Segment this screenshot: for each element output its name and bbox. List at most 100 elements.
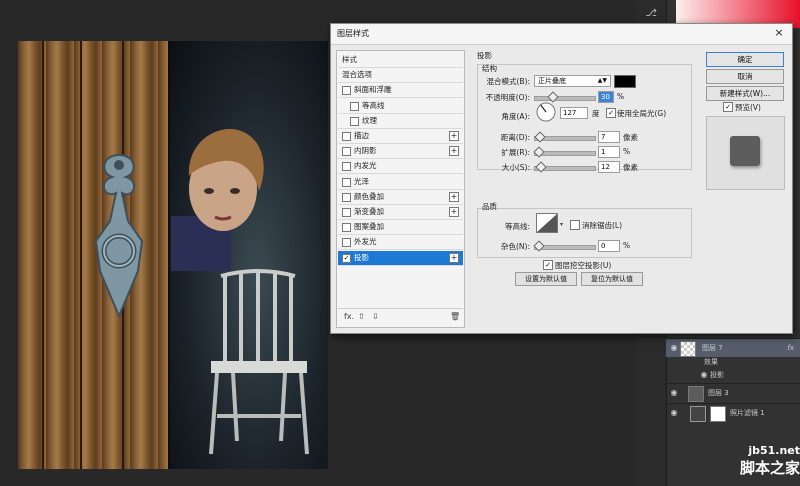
door-plank-gap — [80, 41, 82, 469]
make-default-button[interactable]: 设置为默认值 — [515, 272, 577, 286]
new-style-button[interactable]: 新建样式(W)... — [706, 86, 784, 101]
layer-effect-dropshadow-row[interactable]: ◉ 投影 — [666, 369, 800, 382]
style-checkbox[interactable] — [342, 86, 351, 96]
trash-icon[interactable]: 🗑 — [450, 312, 460, 321]
eye-icon[interactable]: ◉ — [668, 405, 680, 421]
opacity-input[interactable]: 30 — [598, 91, 614, 103]
shadow-color-swatch[interactable] — [614, 75, 636, 88]
style-item-label: 外发光 — [354, 237, 377, 247]
add-effect-icon[interactable]: + — [449, 207, 459, 217]
distance-slider[interactable] — [534, 131, 596, 143]
style-item[interactable]: 图案叠加 — [338, 220, 463, 236]
style-item[interactable]: 样式 — [338, 53, 463, 68]
style-item[interactable]: ✓ 投影 + — [338, 250, 463, 266]
global-light-checkbox[interactable]: ✓ — [606, 108, 616, 118]
opacity-slider-knob[interactable] — [547, 91, 559, 103]
layer-row-layer3[interactable]: ◉ 图层 3 — [666, 383, 800, 402]
layer-effects-row[interactable]: 效果 — [666, 356, 800, 369]
style-checkbox[interactable]: ✓ — [342, 253, 351, 263]
layer-row-photo-filter[interactable]: ◉ 照片滤镜 1 — [666, 403, 800, 422]
style-item[interactable]: 等高线 — [338, 99, 463, 114]
style-item-label: 内发光 — [354, 161, 377, 171]
style-checkbox[interactable] — [342, 177, 351, 187]
move-down-icon[interactable]: ⇩ — [372, 312, 379, 321]
style-item-label: 等高线 — [362, 100, 385, 110]
drop-shadow-settings: 投影 结构 混合模式(B): 正片叠底 ▲▼ 不透明度(O): 30 % 角度(… — [471, 50, 696, 326]
style-checkbox[interactable] — [350, 101, 359, 111]
move-up-icon[interactable]: ⇧ — [358, 312, 365, 321]
noise-slider[interactable] — [533, 240, 596, 252]
style-item[interactable]: 颜色叠加 + — [338, 190, 463, 205]
ok-button[interactable]: 确定 — [706, 52, 784, 67]
style-item[interactable]: 渐变叠加 + — [338, 205, 463, 220]
reset-default-button[interactable]: 复位为默认值 — [581, 272, 643, 286]
size-slider-knob[interactable] — [535, 161, 547, 173]
chevron-down-icon[interactable]: ▾ — [560, 221, 563, 228]
eye-icon[interactable]: ◉ — [698, 367, 710, 383]
cancel-button[interactable]: 取消 — [706, 69, 784, 84]
document-canvas[interactable] — [18, 41, 328, 469]
style-item-label: 颜色叠加 — [354, 191, 384, 201]
style-item[interactable]: 外发光 — [338, 235, 463, 251]
history-icon[interactable]: ⎇ — [643, 8, 659, 20]
antialias-checkbox[interactable] — [570, 220, 580, 230]
dialog-titlebar[interactable]: 图层样式 × — [331, 24, 792, 45]
style-item-label: 斜面和浮雕 — [354, 85, 392, 95]
style-item[interactable]: 描边 + — [338, 129, 463, 144]
spread-slider-knob[interactable] — [533, 146, 545, 158]
style-checkbox[interactable] — [342, 238, 351, 248]
size-unit: 像素 — [623, 163, 638, 172]
blend-mode-label: 混合模式(B): — [486, 77, 530, 86]
fx-badge[interactable]: fx — [787, 339, 794, 357]
fx-icon[interactable]: fx. — [344, 312, 354, 321]
check-icon: ✓ — [725, 103, 731, 111]
spread-slider[interactable] — [533, 146, 596, 158]
style-checkbox[interactable] — [350, 116, 359, 126]
noise-slider-knob[interactable] — [533, 240, 545, 252]
add-effect-icon[interactable]: + — [449, 146, 459, 157]
style-item-label: 描边 — [354, 131, 369, 140]
layer-row-layer7[interactable]: ◉ 图层 7 fx — [666, 338, 800, 357]
style-checkbox[interactable] — [342, 132, 351, 141]
preview-checkbox[interactable]: ✓ — [723, 102, 733, 112]
style-item-label: 图案叠加 — [354, 222, 384, 232]
quality-title: 品质 — [482, 202, 497, 211]
layer-effect-label: 投影 — [710, 371, 724, 379]
blend-mode-select[interactable]: 正片叠底 ▲▼ — [534, 75, 611, 87]
distance-slider-knob[interactable] — [534, 131, 546, 143]
style-item[interactable]: 纹理 — [338, 114, 463, 129]
opacity-slider[interactable] — [534, 91, 596, 103]
size-slider[interactable] — [534, 161, 596, 173]
eye-icon[interactable]: ◉ — [668, 340, 680, 356]
style-item[interactable]: 混合选项 — [338, 68, 463, 84]
style-checkbox[interactable] — [342, 192, 351, 202]
add-effect-icon[interactable]: + — [449, 191, 459, 202]
style-item[interactable]: 内阴影 + — [338, 144, 463, 160]
distance-input[interactable]: 7 — [598, 131, 620, 143]
size-input[interactable]: 12 — [598, 161, 620, 173]
spread-input[interactable]: 1 — [598, 146, 620, 158]
opacity-unit: % — [617, 92, 625, 101]
style-checkbox[interactable] — [342, 162, 351, 172]
noise-input[interactable]: 0 — [598, 240, 620, 252]
watermark-url: jb51.net — [748, 444, 800, 457]
add-effect-icon[interactable]: + — [449, 252, 459, 263]
layer-thumbnail — [688, 386, 704, 402]
style-checkbox[interactable] — [342, 147, 351, 157]
angle-dial[interactable] — [536, 102, 556, 122]
eye-icon[interactable]: ◉ — [668, 385, 680, 401]
style-item[interactable]: 光泽 — [338, 175, 463, 190]
close-button[interactable]: × — [772, 26, 786, 40]
style-item-label: 光泽 — [354, 176, 369, 186]
style-item[interactable]: 内发光 — [338, 159, 463, 175]
angle-label: 角度(A): — [501, 112, 530, 121]
distance-label: 距离(D): — [500, 133, 530, 142]
contour-preview[interactable] — [536, 213, 558, 233]
style-item[interactable]: 斜面和浮雕 — [338, 83, 463, 99]
style-checkbox[interactable] — [342, 223, 351, 233]
style-item-label: 渐变叠加 — [354, 207, 384, 216]
add-effect-icon[interactable]: + — [449, 131, 459, 141]
angle-input[interactable]: 127 — [560, 107, 588, 119]
style-checkbox[interactable] — [342, 208, 351, 217]
knockout-checkbox[interactable]: ✓ — [543, 260, 553, 270]
